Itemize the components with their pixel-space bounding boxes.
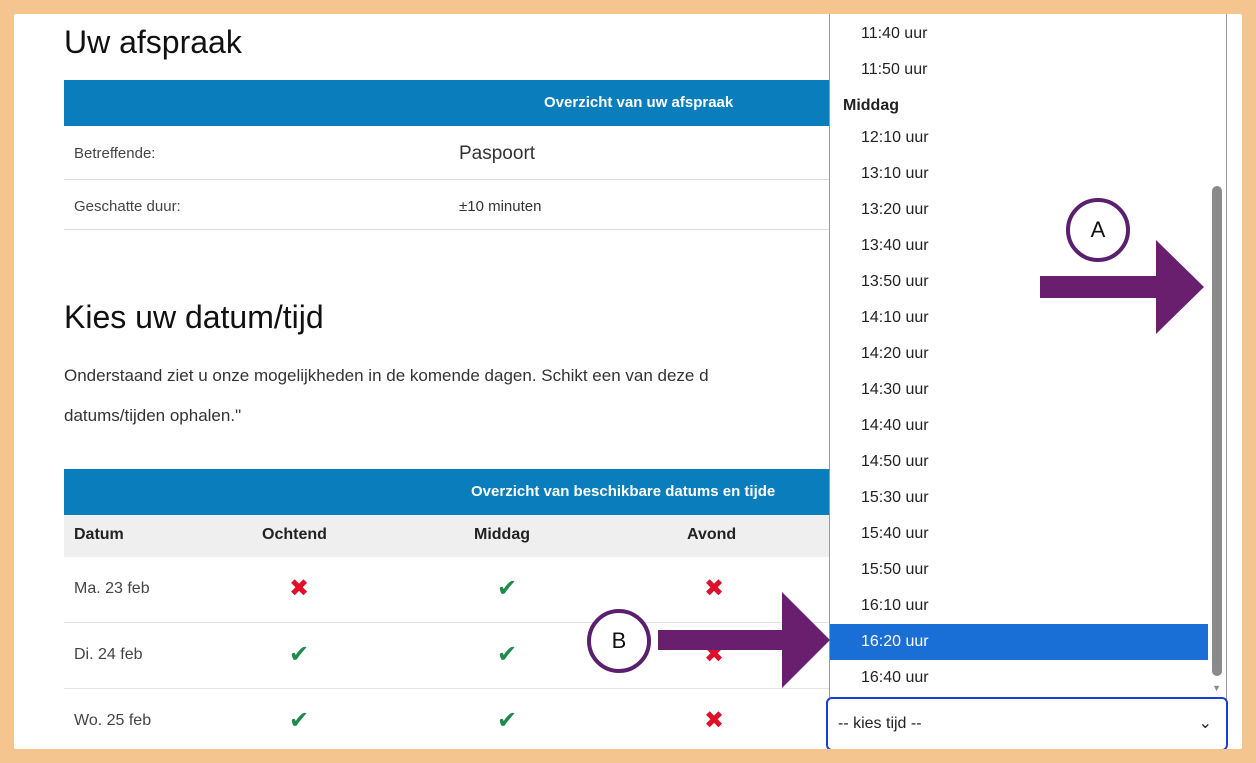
table-row: Wo. 25 feb ✔ ✔ ✖: [64, 689, 844, 749]
row-value: ±10 minuten: [459, 198, 542, 215]
appointment-heading: Uw afspraak: [64, 24, 242, 60]
annotation-arrow-b: [658, 592, 830, 688]
paragraph-line: Onderstaand ziet u onze mogelijkheden in…: [64, 366, 709, 385]
time-select[interactable]: -- kies tijd -- ⌄: [826, 697, 1228, 749]
time-dropdown-list[interactable]: 11:40 uur 11:50 uur Middag 12:10 uur 13:…: [829, 14, 1227, 706]
row-value: Paspoort: [459, 143, 536, 164]
availability-bar: Overzicht van beschikbare datums en tijd…: [64, 469, 844, 515]
time-option[interactable]: 15:30 uur: [830, 480, 1208, 516]
availability-title: Overzicht van beschikbare datums en tijd…: [471, 483, 776, 500]
page: Uw afspraak Overzicht van uw afspraak Be…: [14, 14, 1242, 749]
cross-icon: ✖: [288, 575, 310, 602]
appointment-overview-title: Overzicht van uw afspraak: [544, 94, 734, 111]
row-label: Betreffende:: [74, 145, 156, 162]
time-option[interactable]: 15:50 uur: [830, 552, 1208, 588]
date-cell: Di. 24 feb: [74, 646, 143, 663]
time-option[interactable]: 15:40 uur: [830, 516, 1208, 552]
paragraph-line: datums/tijden ophalen.": [64, 406, 242, 425]
appointment-overview-bar: Overzicht van uw afspraak: [64, 80, 844, 126]
date-cell: Wo. 25 feb: [74, 712, 152, 729]
time-option[interactable]: 14:50 uur: [830, 444, 1208, 480]
cross-icon: ✖: [703, 707, 725, 734]
time-option[interactable]: 16:40 uur: [830, 660, 1208, 696]
select-value: -- kies tijd --: [838, 715, 922, 732]
check-icon: ✔: [496, 641, 518, 668]
time-option[interactable]: 14:20 uur: [830, 336, 1208, 372]
time-option[interactable]: 13:20 uur: [830, 192, 1208, 228]
time-option[interactable]: 12:10 uur: [830, 120, 1208, 156]
column-header: Avond: [687, 526, 737, 543]
check-icon: ✔: [288, 641, 310, 668]
availability-header: Datum Ochtend Middag Avond: [64, 515, 844, 557]
time-option[interactable]: 14:30 uur: [830, 372, 1208, 408]
time-option[interactable]: 16:10 uur: [830, 588, 1208, 624]
check-icon: ✔: [288, 707, 310, 734]
column-header: Datum: [74, 526, 124, 543]
column-header: Middag: [474, 526, 530, 543]
appointment-row: Betreffende: Paspoort: [64, 127, 844, 180]
choose-heading: Kies uw datum/tijd: [64, 299, 324, 335]
column-header: Ochtend: [262, 526, 327, 543]
check-icon: ✔: [496, 707, 518, 734]
time-option[interactable]: 13:10 uur: [830, 156, 1208, 192]
time-option[interactable]: 14:40 uur: [830, 408, 1208, 444]
annotation-label-a: A: [1066, 198, 1130, 262]
date-cell: Ma. 23 feb: [74, 580, 150, 597]
check-icon: ✔: [496, 575, 518, 602]
appointment-row: Geschatte duur: ±10 minuten: [64, 180, 844, 230]
time-option-selected[interactable]: 16:20 uur: [830, 624, 1208, 660]
time-option[interactable]: 11:50 uur: [830, 52, 1208, 88]
choose-paragraph: Onderstaand ziet u onze mogelijkheden in…: [64, 357, 834, 435]
scroll-down-arrow-icon[interactable]: ▼: [1212, 684, 1221, 693]
dropdown-scrollbar[interactable]: ▼: [1208, 14, 1226, 705]
time-option[interactable]: 11:40 uur: [830, 16, 1208, 52]
option-group-label: Middag: [843, 97, 899, 114]
annotation-arrow-a: [1040, 240, 1204, 334]
annotation-label-b: B: [587, 609, 651, 673]
row-label: Geschatte duur:: [74, 198, 181, 215]
scrollbar-thumb[interactable]: [1212, 186, 1222, 676]
chevron-down-icon: ⌄: [1198, 715, 1212, 732]
